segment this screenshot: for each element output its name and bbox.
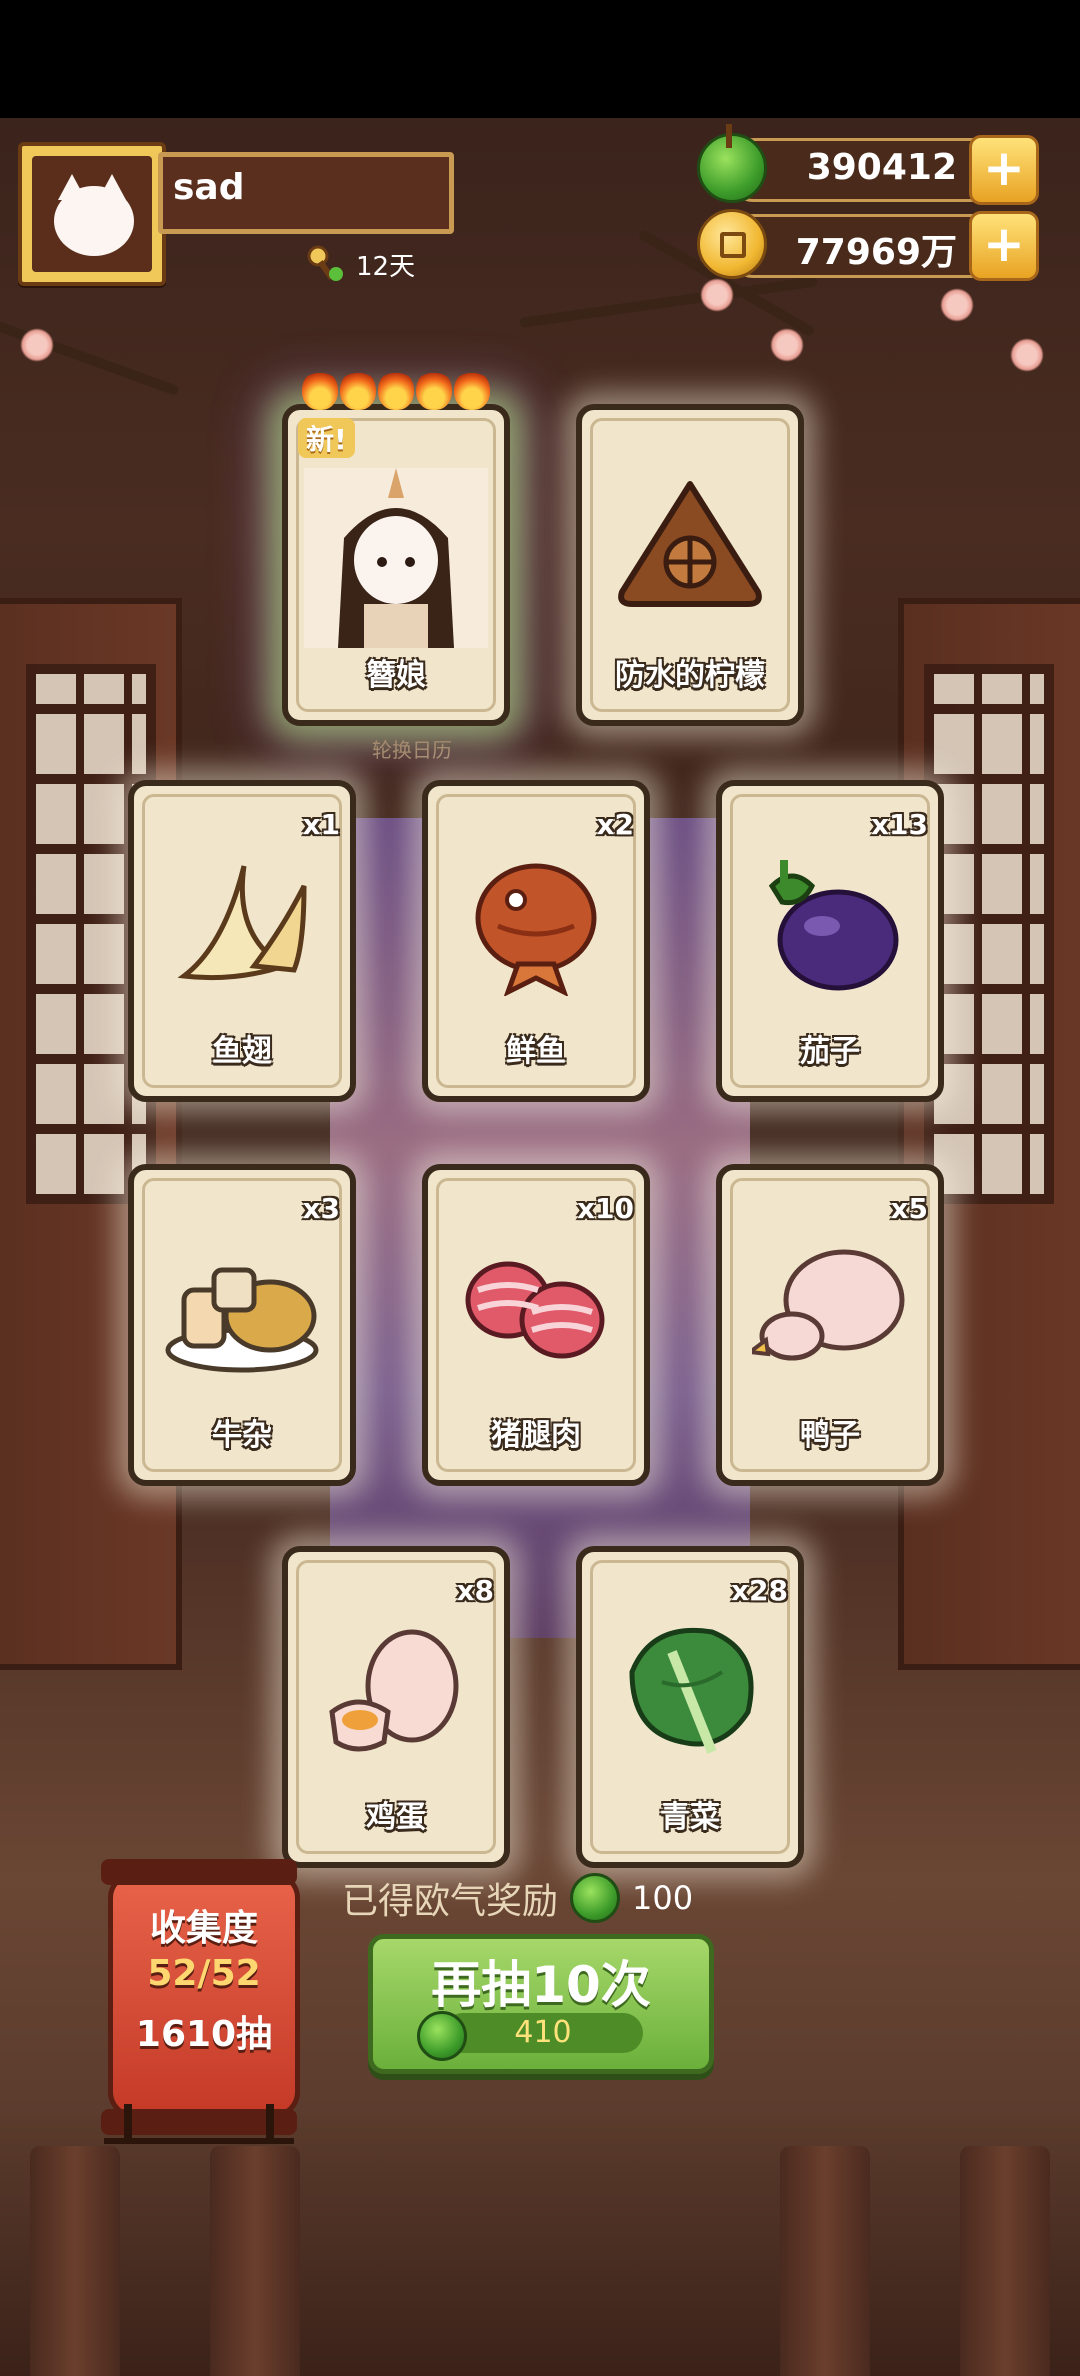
card-quantity: x8 <box>456 1574 494 1607</box>
player-name: sad <box>173 167 245 208</box>
fence-post <box>780 2146 870 2376</box>
card-quantity: x28 <box>730 1574 788 1607</box>
fence-post <box>30 2146 120 2376</box>
card-item[interactable]: x8 鸡蛋 <box>282 1546 510 1868</box>
coin-currency: 77969万 + <box>697 209 1039 281</box>
card-label: 鸭子 <box>800 1418 860 1453</box>
cat-head <box>54 186 134 256</box>
card-label: 鲜鱼 <box>506 1034 566 1069</box>
player-avatar-button[interactable] <box>18 142 166 286</box>
draw-again-label: 再抽10次 <box>431 1956 651 2014</box>
blossom <box>770 328 804 362</box>
collection-title: 收集度 <box>149 1908 258 1949</box>
card-item[interactable]: x10 猪腿肉 <box>422 1164 650 1486</box>
collection-progress: 52/52 <box>147 1953 261 1994</box>
jade-amount: 390412 <box>806 147 957 188</box>
card-quantity: x10 <box>576 1192 634 1225</box>
blossom <box>1010 338 1044 372</box>
card-quantity: x13 <box>870 808 928 841</box>
days-text: 12天 <box>356 251 416 282</box>
card-quantity: x5 <box>890 1192 928 1225</box>
character-portrait <box>304 468 488 648</box>
draw-cost-value: 410 <box>514 2015 572 2050</box>
greens-icon <box>612 1612 768 1762</box>
card-quantity: x2 <box>596 808 634 841</box>
card-item[interactable]: x5 鸭子 <box>716 1164 944 1486</box>
duck-icon <box>744 1230 908 1380</box>
card-quantity: x3 <box>302 1192 340 1225</box>
flame-icon <box>378 370 414 410</box>
bonus-value: 100 <box>632 1879 694 1917</box>
card-item[interactable]: x2 鲜鱼 <box>422 780 650 1102</box>
blossom <box>20 328 54 362</box>
shark-fin-icon <box>164 846 320 996</box>
cat-avatar-icon <box>32 156 152 272</box>
card-featured-item[interactable]: 防水的柠檬 <box>576 404 804 726</box>
star-rating <box>302 370 490 410</box>
sub-caption: 轮换日历 <box>372 738 452 762</box>
jade-coin-icon <box>570 1873 621 1923</box>
login-days: 12天 <box>306 244 415 284</box>
card-label: 鸡蛋 <box>366 1800 426 1835</box>
collection-lantern[interactable]: 收集度 52/52 1610抽 <box>101 1859 300 2135</box>
eggplant-icon <box>752 846 908 996</box>
egg-icon <box>318 1612 474 1762</box>
blossom <box>700 278 734 312</box>
collection-draws: 1610抽 <box>135 2014 273 2055</box>
fish-icon <box>458 846 614 998</box>
card-item[interactable]: x13 茄子 <box>716 780 944 1102</box>
coin-amount: 77969万 <box>795 232 957 273</box>
card-label: 防水的柠檬 <box>615 658 765 693</box>
fence-post <box>960 2146 1050 2376</box>
pork-leg-icon <box>458 1230 614 1380</box>
card-label: 青菜 <box>660 1800 720 1835</box>
branch <box>519 276 818 328</box>
card-featured-character[interactable]: 新! 簪娘 <box>282 370 510 726</box>
jade-currency: 390412 + <box>697 124 1039 205</box>
left-wall <box>0 598 182 1670</box>
flame-icon <box>454 370 490 410</box>
flame-icon <box>416 370 452 410</box>
rice-dumpling-icon <box>612 470 768 620</box>
add-coins-button[interactable]: + <box>969 211 1039 281</box>
blossom <box>940 288 974 322</box>
new-badge: 新! <box>298 418 355 458</box>
right-wall <box>898 598 1080 1670</box>
bonus-reward: 已得欧气奖励 100 <box>342 1872 693 1924</box>
card-quantity: x1 <box>302 808 340 841</box>
card-label: 簪娘 <box>366 658 426 693</box>
player-name-box[interactable]: sad <box>158 152 454 234</box>
card-label: 牛杂 <box>212 1418 272 1453</box>
add-jade-button[interactable]: + <box>969 135 1039 205</box>
card-label: 茄子 <box>800 1034 860 1069</box>
flame-icon <box>302 370 338 410</box>
card-label: 鱼翅 <box>212 1034 272 1069</box>
floor <box>0 2116 1080 2376</box>
bonus-text: 已得欧气奖励 <box>342 1881 559 1922</box>
key-icon <box>306 244 346 284</box>
card-item[interactable]: x3 牛杂 <box>128 1164 356 1486</box>
jade-coin-icon <box>417 2011 467 2061</box>
fence-post <box>210 2146 300 2376</box>
draw-cost: 410 <box>417 2011 643 2061</box>
draw-again-button[interactable]: 再抽10次 410 <box>368 1934 714 2074</box>
beef-offal-icon <box>164 1230 320 1380</box>
card-item[interactable]: x28 青菜 <box>576 1546 804 1868</box>
card-item[interactable]: x1 鱼翅 <box>128 780 356 1102</box>
gold-coin-icon <box>697 209 767 279</box>
card-label: 猪腿肉 <box>491 1418 581 1453</box>
jade-coin-icon <box>697 124 767 203</box>
lantern-stand <box>104 2104 294 2144</box>
flame-icon <box>340 370 376 410</box>
